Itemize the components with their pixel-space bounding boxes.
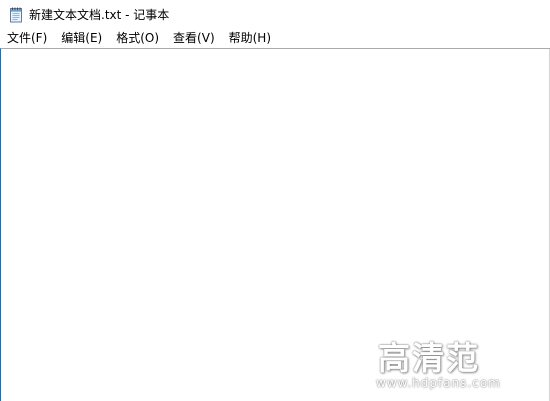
menu-format[interactable]: 格式(O) bbox=[109, 29, 166, 48]
notepad-icon bbox=[9, 7, 23, 23]
text-editor-area[interactable] bbox=[3, 50, 547, 401]
title-bar[interactable]: 新建文本文档.txt - 记事本 bbox=[0, 0, 550, 29]
notepad-window: 新建文本文档.txt - 记事本 文件(F) 编辑(E) 格式(O) 查看(V)… bbox=[0, 0, 550, 401]
menu-file[interactable]: 文件(F) bbox=[0, 29, 54, 48]
menu-edit[interactable]: 编辑(E) bbox=[54, 29, 109, 48]
menu-bar: 文件(F) 编辑(E) 格式(O) 查看(V) 帮助(H) bbox=[0, 29, 550, 48]
menu-help[interactable]: 帮助(H) bbox=[222, 29, 278, 48]
window-title: 新建文本文档.txt - 记事本 bbox=[29, 8, 170, 22]
menu-view[interactable]: 查看(V) bbox=[166, 29, 222, 48]
editor-frame bbox=[0, 48, 550, 401]
